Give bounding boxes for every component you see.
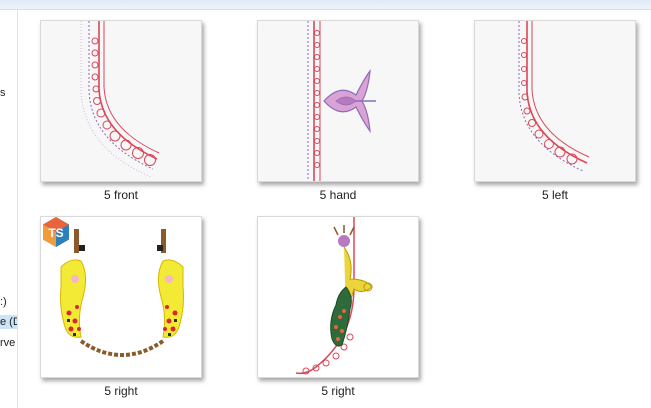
file-name-label[interactable]: 5 left: [472, 188, 638, 202]
navigation-pane[interactable]: s :) e (D rve: [0, 10, 18, 408]
thumbnail-left[interactable]: [474, 20, 636, 182]
ts-logo-icon: TS: [43, 217, 69, 247]
file-tile-right-2[interactable]: 5 right: [255, 214, 425, 404]
file-tile-front[interactable]: 5 front: [38, 18, 208, 208]
file-tile-left[interactable]: 5 left: [472, 18, 642, 208]
file-name-label[interactable]: 5 right: [38, 384, 204, 398]
nav-item-drive-2[interactable]: e (D: [0, 315, 17, 329]
nav-item-network[interactable]: rve: [0, 336, 15, 350]
thumbnail-right-2[interactable]: [257, 216, 419, 378]
thumbnail-front[interactable]: [40, 20, 202, 182]
file-view: 5 front 5 hand 5 left TS 5 right 5 right: [19, 10, 651, 408]
file-tile-right-1[interactable]: TS 5 right: [38, 214, 208, 404]
window-top-strip: [0, 0, 651, 10]
file-name-label[interactable]: 5 hand: [255, 188, 421, 202]
file-tile-hand[interactable]: 5 hand: [255, 18, 425, 208]
nav-item-drive-1[interactable]: :): [0, 295, 7, 309]
ts-logo-text: TS: [48, 226, 63, 240]
file-name-label[interactable]: 5 right: [255, 384, 421, 398]
thumbnail-right-1[interactable]: TS: [40, 216, 202, 378]
nav-item-fragment[interactable]: s: [0, 86, 6, 100]
file-name-label[interactable]: 5 front: [38, 188, 204, 202]
thumbnail-hand[interactable]: [257, 20, 419, 182]
